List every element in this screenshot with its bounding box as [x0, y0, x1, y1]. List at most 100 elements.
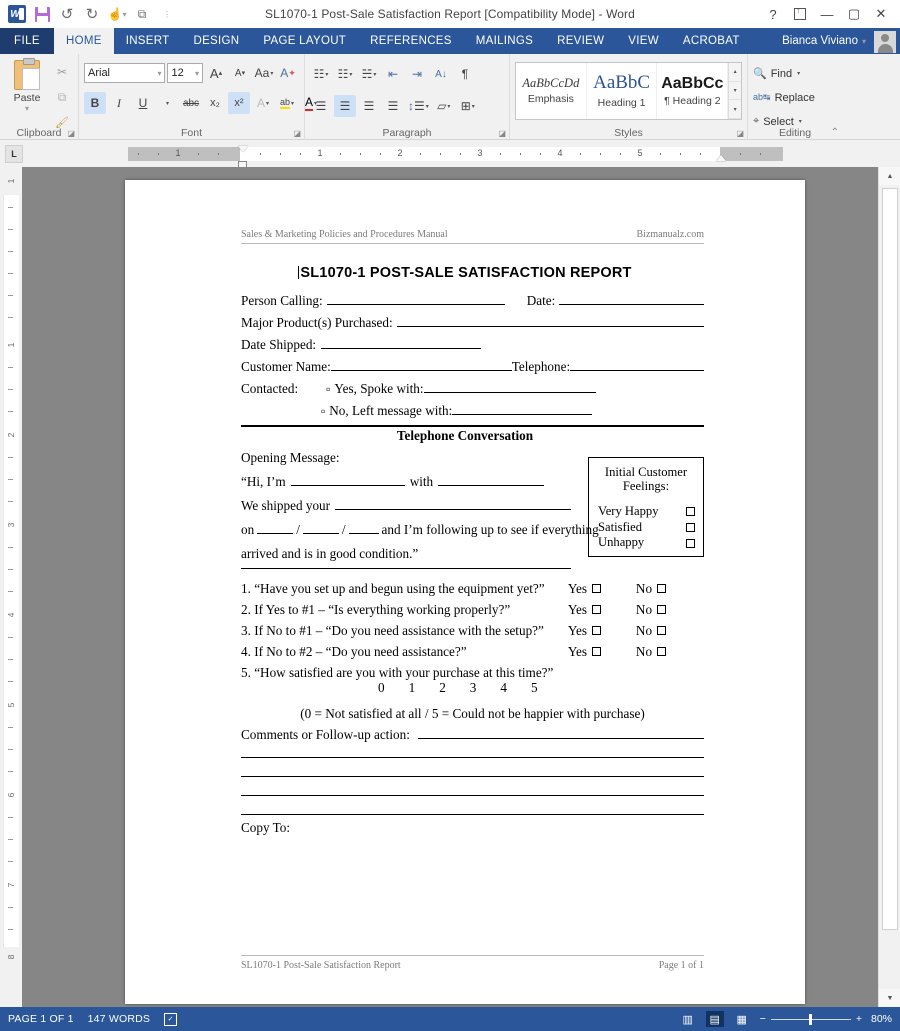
checkbox-q1-no[interactable]: [657, 584, 667, 593]
scroll-down-icon[interactable]: ▼: [879, 989, 900, 1007]
change-case-icon[interactable]: Aa ▾: [253, 62, 275, 84]
feelings-option-satisfied[interactable]: Satisfied: [598, 520, 695, 536]
shrink-font-icon[interactable]: A ▾: [229, 62, 251, 84]
italic-button[interactable]: I: [108, 92, 130, 114]
scale-value-5[interactable]: 5: [531, 680, 538, 696]
qat-overflow-icon[interactable]: ⋮: [157, 4, 177, 24]
checkbox-q2-yes[interactable]: [592, 605, 602, 614]
field-contacted-yes[interactable]: Contacted: ▫ Yes, Spoke with:: [241, 381, 704, 403]
field-person-calling[interactable]: Person Calling: Date:: [241, 293, 704, 315]
checkbox-unhappy[interactable]: [686, 538, 695, 548]
comments-line-5[interactable]: [241, 803, 704, 822]
page-count-status[interactable]: PAGE 1 OF 1: [8, 1013, 74, 1025]
avatar[interactable]: [874, 31, 896, 53]
vertical-scrollbar[interactable]: ▲ ▼: [878, 167, 900, 1007]
maximize-button[interactable]: ▢: [841, 4, 867, 24]
script-line-2[interactable]: We shipped your: [241, 498, 571, 522]
tab-mailings[interactable]: MAILINGS: [463, 28, 546, 54]
scale-value-0[interactable]: 0: [378, 680, 385, 696]
zoom-in-button[interactable]: +: [856, 1013, 862, 1025]
scale-values[interactable]: 0 1 2 3 4 5: [241, 680, 704, 696]
styles-scroll-up-icon[interactable]: ▴: [729, 63, 741, 82]
zoom-slider[interactable]: − +: [760, 1013, 862, 1025]
clear-formatting-icon[interactable]: A ✦: [277, 62, 299, 84]
find-button[interactable]: 🔍 Find ▾: [753, 63, 837, 84]
decrease-indent-icon[interactable]: ⇤: [382, 63, 404, 85]
view-print-layout-icon[interactable]: ▤: [705, 1011, 724, 1027]
blank-write-line[interactable]: [241, 568, 571, 569]
document-page[interactable]: Sales & Marketing Policies and Procedure…: [125, 180, 805, 1004]
customize-qat-icon[interactable]: ⧉: [132, 4, 152, 24]
tab-file[interactable]: FILE: [0, 28, 54, 54]
tab-stop-selector[interactable]: L: [5, 145, 23, 163]
checkbox-contacted-yes[interactable]: ▫: [326, 382, 330, 397]
zoom-out-button[interactable]: −: [760, 1013, 766, 1025]
checkbox-contacted-no[interactable]: ▫: [321, 404, 325, 419]
scale-value-3[interactable]: 3: [470, 680, 477, 696]
styles-dialog-launcher[interactable]: ◪: [736, 129, 744, 138]
touch-mode-icon[interactable]: ☝ ▾: [107, 4, 127, 24]
account-menu[interactable]: Bianca Viviano ▾: [782, 28, 866, 54]
font-name-input[interactable]: Arial ▾: [84, 63, 166, 83]
align-left-icon[interactable]: ☰: [310, 95, 332, 117]
text-highlight-icon[interactable]: ab ▾: [276, 92, 298, 114]
comments-label-row[interactable]: Comments or Follow-up action:: [241, 727, 704, 746]
undo-icon[interactable]: ↺: [57, 4, 77, 24]
question-row-3[interactable]: 3. If No to #1 – “Do you need assistance…: [241, 620, 704, 641]
feelings-option-very-happy[interactable]: Very Happy: [598, 504, 695, 520]
styles-more-icon[interactable]: ▾: [729, 100, 741, 120]
scroll-up-icon[interactable]: ▲: [879, 167, 900, 185]
styles-scroll-down-icon[interactable]: ▾: [729, 82, 741, 101]
checkbox-q1-yes[interactable]: [592, 584, 602, 593]
tab-review[interactable]: REVIEW: [545, 28, 617, 54]
bullets-icon[interactable]: ☷ ▾: [310, 63, 332, 85]
show-formatting-marks-icon[interactable]: ¶: [454, 63, 476, 85]
sort-icon[interactable]: A↓: [430, 63, 452, 85]
checkbox-q3-yes[interactable]: [592, 626, 602, 635]
increase-indent-icon[interactable]: ⇥: [406, 63, 428, 85]
first-line-indent-marker[interactable]: [238, 146, 248, 152]
tab-design[interactable]: DESIGN: [181, 28, 252, 54]
styles-scroll[interactable]: ▴ ▾ ▾: [728, 63, 741, 120]
numbering-icon[interactable]: ☷ ▾: [334, 63, 356, 85]
question-row-2[interactable]: 2. If Yes to #1 – “Is everything working…: [241, 599, 704, 620]
subscript-button[interactable]: x₂: [204, 92, 226, 114]
zoom-track[interactable]: [770, 1013, 851, 1025]
cut-icon[interactable]: ✂: [51, 61, 73, 83]
underline-button[interactable]: U: [132, 92, 154, 114]
field-date-shipped[interactable]: Date Shipped:: [241, 337, 704, 359]
checkbox-satisfied[interactable]: [686, 523, 695, 533]
text-effects-icon[interactable]: A ▾: [252, 92, 274, 114]
checkbox-q4-yes[interactable]: [592, 647, 602, 656]
tab-references[interactable]: REFERENCES: [358, 28, 464, 54]
scrollbar-track[interactable]: [879, 185, 900, 989]
superscript-button[interactable]: x²: [228, 92, 250, 114]
word-count-status[interactable]: 147 WORDS: [88, 1013, 150, 1025]
scale-value-4[interactable]: 4: [500, 680, 507, 696]
scale-value-1[interactable]: 1: [409, 680, 416, 696]
line-spacing-icon[interactable]: ↕ ☰ ▾: [406, 95, 431, 117]
style-item-heading-1[interactable]: AaBbC Heading 1: [587, 63, 658, 119]
align-center-icon[interactable]: ☰: [334, 95, 356, 117]
comments-line-3[interactable]: [241, 765, 704, 784]
script-line-1[interactable]: “Hi, I’m with: [241, 474, 571, 498]
question-row-4[interactable]: 4. If No to #2 – “Do you need assistance…: [241, 641, 704, 662]
tab-home[interactable]: HOME: [54, 28, 114, 54]
justify-icon[interactable]: ☰: [382, 95, 404, 117]
feelings-option-unhappy[interactable]: Unhappy: [598, 535, 695, 551]
field-contacted-no[interactable]: ▫ No, Left message with:: [241, 403, 704, 425]
field-major-products[interactable]: Major Product(s) Purchased:: [241, 315, 704, 337]
style-item-emphasis[interactable]: AaBbCcDd Emphasis: [516, 63, 587, 119]
paste-button[interactable]: Paste ▾: [5, 58, 49, 120]
font-dialog-launcher[interactable]: ◪: [293, 129, 301, 138]
scale-value-2[interactable]: 2: [439, 680, 446, 696]
collapse-ribbon-icon[interactable]: ⌃: [831, 127, 839, 138]
comments-line-4[interactable]: [241, 784, 704, 803]
field-customer-name[interactable]: Customer Name: Telephone:: [241, 359, 704, 381]
ribbon-display-options-icon[interactable]: [787, 4, 813, 24]
proofing-icon[interactable]: ✓: [164, 1012, 178, 1026]
paragraph-dialog-launcher[interactable]: ◪: [498, 129, 506, 138]
multilevel-list-icon[interactable]: ☵ ▾: [358, 63, 380, 85]
close-button[interactable]: ✕: [868, 4, 894, 24]
copy-icon[interactable]: ⧉: [51, 86, 73, 108]
